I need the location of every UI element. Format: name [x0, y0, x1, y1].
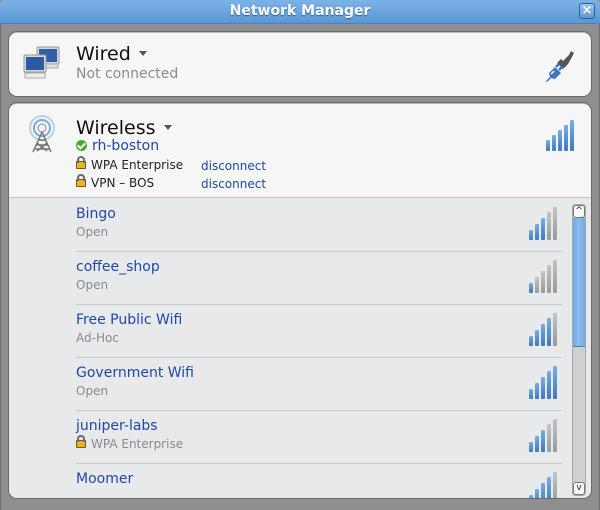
signal-bar [529, 230, 533, 240]
chevron-down-icon: v [576, 483, 582, 493]
signal-bar [535, 277, 539, 293]
network-security-label: Ad-Hoc [76, 331, 119, 345]
connection-label: WPA Enterprise [91, 158, 184, 172]
signal-bar [535, 224, 539, 240]
connection-row: VPN – BOS [76, 174, 155, 190]
signal-bar [558, 130, 562, 151]
signal-bar [535, 330, 539, 346]
wireless-title[interactable]: Wireless [76, 117, 172, 139]
network-security: Open [76, 278, 108, 292]
signal-bar [547, 318, 551, 346]
title-bar: Network Manager × [0, 0, 600, 24]
lock-icon [76, 156, 86, 169]
scroll-down-button[interactable]: v [573, 482, 585, 495]
connected-network-name: rh-boston [92, 138, 160, 154]
wired-title[interactable]: Wired [76, 43, 147, 65]
network-list: Bingo Open coffee_shop Open Free Public Wifi… [9, 197, 591, 498]
wired-panel: Wired Not connected [8, 31, 592, 97]
network-security: Ad-Hoc [76, 331, 119, 345]
signal-strength-icon [529, 472, 557, 498]
network-name: Moomer [76, 471, 134, 487]
check-icon [76, 140, 87, 151]
signal-bar [529, 389, 533, 399]
signal-strength-icon [529, 207, 557, 240]
signal-bar [564, 125, 568, 151]
network-name: Government Wifi [76, 365, 195, 381]
connection-label: VPN – BOS [91, 176, 155, 190]
network-security: Open [76, 384, 108, 398]
close-icon[interactable]: × [579, 3, 595, 19]
wireless-title-label: Wireless [76, 117, 156, 139]
chevron-down-icon[interactable] [138, 51, 147, 56]
disconnect-link[interactable]: disconnect [201, 177, 266, 191]
network-list-item[interactable]: juniper-labs WPA Enterprise [76, 410, 562, 464]
signal-bar [541, 271, 545, 293]
disconnect-link[interactable]: disconnect [201, 159, 266, 173]
signal-bar [547, 371, 551, 399]
signal-bar [535, 383, 539, 399]
signal-bar [541, 218, 545, 240]
network-name: Free Public Wifi [76, 312, 183, 328]
network-list-item[interactable]: Moomer [76, 463, 562, 498]
wired-status: Not connected [76, 66, 179, 82]
network-security: Open [76, 225, 108, 239]
signal-bar [553, 207, 557, 240]
signal-bar [547, 265, 551, 293]
signal-bar [547, 212, 551, 240]
signal-bar [541, 430, 545, 452]
network-security-label: WPA Enterprise [91, 437, 184, 451]
signal-bar [553, 366, 557, 399]
signal-bar [553, 313, 557, 346]
network-name: juniper-labs [76, 418, 158, 434]
signal-bar [553, 419, 557, 452]
signal-bar [547, 477, 551, 498]
network-name: coffee_shop [76, 259, 160, 275]
signal-bar [552, 135, 556, 151]
network-list-item[interactable]: Free Public Wifi Ad-Hoc [76, 304, 562, 358]
signal-bar [553, 260, 557, 293]
network-security-label: Open [76, 225, 109, 239]
lock-icon [76, 174, 86, 187]
signal-bar [535, 436, 539, 452]
signal-strength-icon [529, 366, 557, 399]
signal-bar [529, 336, 533, 346]
signal-bar [541, 324, 545, 346]
signal-bar [541, 483, 545, 498]
wireless-tower-icon [29, 115, 55, 153]
network-list-item[interactable]: coffee_shop Open [76, 251, 562, 305]
signal-bar [546, 140, 550, 151]
signal-strength-icon [529, 419, 557, 452]
signal-bar [541, 377, 545, 399]
signal-strength-icon [529, 260, 557, 293]
chevron-up-icon: ^ [575, 206, 583, 216]
network-security-label: Open [76, 278, 109, 292]
signal-bar [553, 472, 557, 498]
network-wired-icon [23, 46, 60, 79]
network-name: Bingo [76, 206, 116, 222]
scrollbar[interactable]: ^ v [572, 204, 586, 496]
signal-bar [529, 495, 533, 498]
signal-strength-icon [529, 313, 557, 346]
connected-network[interactable]: rh-boston [76, 138, 159, 154]
chevron-down-icon[interactable] [163, 125, 172, 130]
signal-bar [547, 424, 551, 452]
lock-icon [76, 435, 86, 448]
wired-title-label: Wired [76, 43, 131, 65]
window-title: Network Manager [229, 3, 371, 19]
signal-bar [529, 283, 533, 293]
network-security-label: Open [76, 384, 109, 398]
connection-row: WPA Enterprise [76, 156, 184, 172]
scrollbar-thumb[interactable] [573, 218, 585, 347]
signal-strength-icon [546, 120, 574, 151]
network-security: WPA Enterprise [76, 435, 184, 451]
network-list-item[interactable]: Government Wifi Open [76, 357, 562, 411]
plug-icon[interactable] [541, 47, 579, 85]
wireless-panel: Wireless rh-boston WPA Enterprise discon… [8, 102, 592, 499]
network-list-item[interactable]: Bingo Open [76, 198, 562, 252]
signal-bar [570, 120, 574, 151]
scroll-up-button[interactable]: ^ [573, 205, 585, 218]
signal-bar [529, 442, 533, 452]
signal-bar [535, 489, 539, 498]
